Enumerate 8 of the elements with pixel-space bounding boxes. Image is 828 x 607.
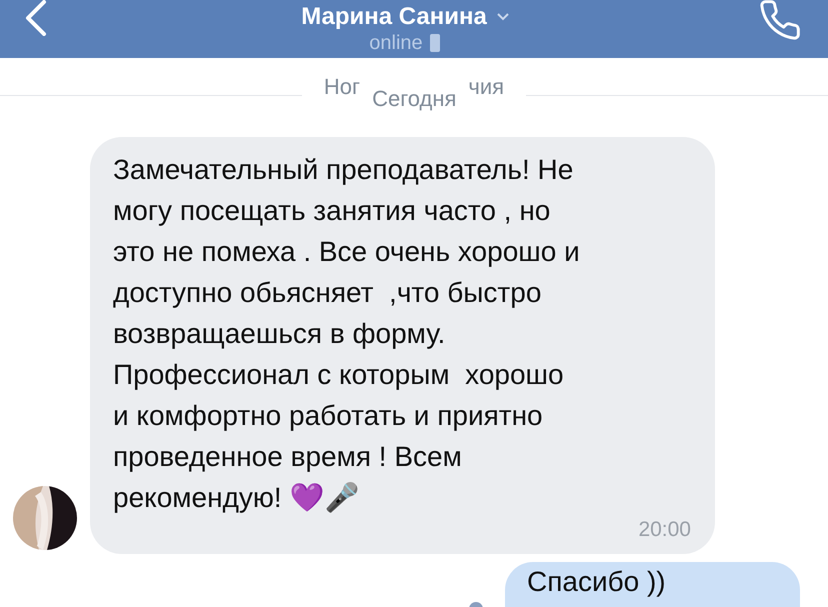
status-text: online <box>369 31 423 55</box>
new-messages-fragment: Ног <box>324 73 360 101</box>
message-text: Спасибо )) <box>527 566 666 597</box>
contact-name[interactable]: Марина Санина <box>301 3 487 31</box>
date-divider-label: Сегодня <box>372 85 456 113</box>
message-time: 20:00 <box>638 518 691 542</box>
message-text: Замечательный преподаватель! Не могу посещать занятия часто , но это не помеха . Все очень хорошо и доступно обьясняет ,что быстро возвращаешься в форму. Профессионал с которым хорошо и комфортно работать и приятно проведенное время ! Всем рекомендую! 💜🎤 <box>113 153 581 515</box>
new-messages-fragment: чия <box>468 73 504 101</box>
